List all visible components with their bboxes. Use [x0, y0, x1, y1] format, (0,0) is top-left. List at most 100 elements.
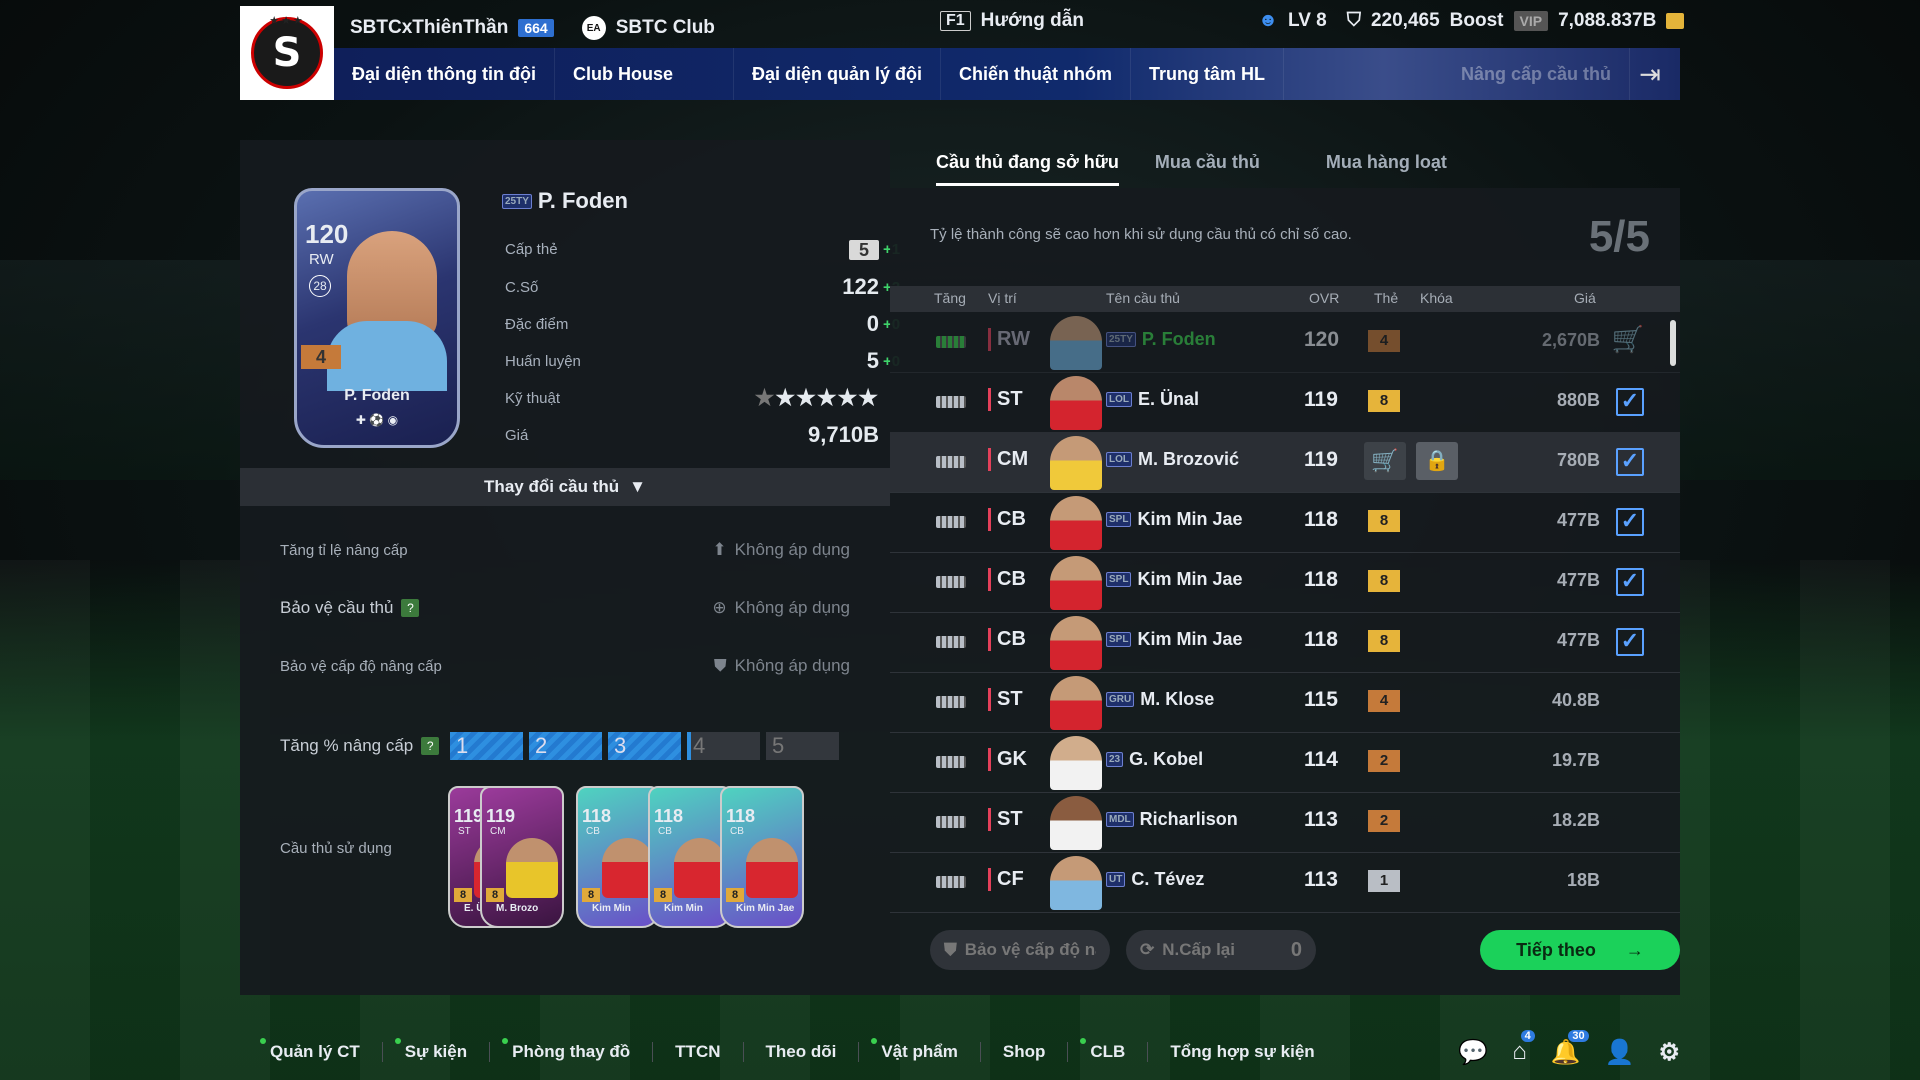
boost-label[interactable]: Boost	[1450, 10, 1504, 32]
scrollbar-thumb[interactable]	[1670, 320, 1676, 366]
used-card-pos: CM	[490, 826, 506, 837]
nav-squad-manage[interactable]: Quản lý CT	[248, 1038, 383, 1062]
nav-club-house[interactable]: Club House	[555, 48, 734, 100]
row-position: RW	[988, 328, 1030, 351]
table-row[interactable]: ST MDL Richarlison 113 2 18.2B	[890, 792, 1680, 853]
row-position: CF	[988, 868, 1024, 891]
used-card-figure	[674, 838, 726, 898]
club-label: SBTC Club	[615, 17, 715, 38]
table-row[interactable]: CF UT C. Tévez 113 1 18B	[890, 852, 1680, 913]
nav-tactics[interactable]: Chiến thuật nhóm	[941, 48, 1131, 100]
buy-cart-icon[interactable]: 🛒	[1364, 442, 1406, 480]
option-protect-level-toggle[interactable]: ⛊ Không áp dụng	[714, 656, 850, 676]
checkbox-checked-icon[interactable]: ✓	[1616, 388, 1644, 416]
table-row[interactable]: CB SPL Kim Min Jae 118 8 477B ✓	[890, 552, 1680, 613]
nav-ttcn[interactable]: TTCN	[653, 1042, 744, 1062]
row-card-level: 2	[1368, 810, 1400, 832]
season-tag: 25TY	[502, 193, 532, 209]
col-lock[interactable]: Khóa	[1420, 290, 1453, 306]
table-row[interactable]: ST LOL E. Ünal 119 8 880B ✓	[890, 372, 1680, 433]
used-card[interactable]: 118 CB 8 Kim Min Jae	[720, 786, 804, 928]
stat-label: Đặc điểm	[505, 315, 569, 333]
table-row[interactable]: ST GRU M. Klose 115 4 40.8B	[890, 672, 1680, 733]
vip-badge[interactable]: VIP	[1513, 11, 1549, 31]
home-icon[interactable]: ⌂ 4	[1512, 1029, 1535, 1067]
used-card-figure	[746, 838, 798, 898]
col-ovr[interactable]: OVR	[1309, 290, 1339, 306]
table-row[interactable]: RW 25TY P. Foden 120 4 2,670B 🛒	[890, 312, 1680, 373]
profile-icon[interactable]: 👤	[1605, 1038, 1635, 1067]
option-protect-toggle[interactable]: ⊕ Không áp dụng	[712, 598, 850, 618]
used-card-level: 8	[486, 888, 504, 902]
exit-icon[interactable]: ⇥	[1630, 54, 1670, 94]
player-card[interactable]: 120 RW 28 4 P. Foden ✚ ⚽ ◉	[294, 188, 460, 448]
table-row[interactable]: CB SPL Kim Min Jae 118 8 477B ✓	[890, 492, 1680, 553]
avatar	[1050, 496, 1102, 550]
protect-level-button[interactable]: ⛊ Bảo vệ cấp độ nâ	[930, 930, 1110, 970]
checkbox-checked-icon[interactable]: ✓	[1616, 568, 1644, 596]
nav-label: TTCN	[675, 1042, 721, 1061]
table-row[interactable]: CM LOL M. Brozović 119 🛒 🔒 780B ✓	[890, 432, 1680, 493]
nav-shop[interactable]: Shop	[981, 1042, 1069, 1062]
new-dot	[1080, 1038, 1087, 1044]
player-name: P. Foden	[537, 188, 628, 213]
nav-locker-room[interactable]: Phòng thay đồ	[490, 1038, 654, 1062]
checkbox-checked-icon[interactable]: ✓	[1616, 508, 1644, 536]
row-card-level: 8	[1368, 390, 1400, 412]
bell-icon[interactable]: 🔔 30	[1551, 1029, 1589, 1067]
col-name[interactable]: Tên cầu thủ	[1106, 290, 1180, 306]
nav-club[interactable]: CLB	[1068, 1038, 1149, 1062]
nav-events[interactable]: Sự kiện	[383, 1038, 491, 1062]
help-icon[interactable]: ?	[421, 737, 440, 755]
stat-label: Giá	[505, 426, 529, 444]
nav-upgrade-player[interactable]: Nâng cấp cầu thủ	[1443, 48, 1630, 100]
player-detail-panel: 120 RW 28 4 P. Foden ✚ ⚽ ◉ 25TY P. Foden…	[240, 140, 900, 995]
help-icon[interactable]: ?	[401, 599, 420, 617]
tab-owned-players[interactable]: Cầu thủ đang sở hữu	[936, 142, 1119, 186]
avatar	[1050, 676, 1102, 730]
used-card-pos: CB	[658, 826, 672, 837]
col-position[interactable]: Vị trí	[988, 290, 1017, 306]
next-button[interactable]: Tiếp theo →	[1480, 930, 1680, 970]
used-card-ovr: 118	[654, 806, 684, 826]
club-info: SBTCxThiênThần 664 EA SBTC Club	[350, 10, 715, 46]
table-row[interactable]: GK 23 G. Kobel 114 2 19.7B	[890, 732, 1680, 793]
used-card-ovr: 119	[454, 806, 484, 826]
reset-level-button[interactable]: ⟳ N.Cấp lại 0	[1126, 930, 1316, 970]
action-bar: ⛊ Bảo vệ cấp độ nâ ⟳ N.Cấp lại 0 Tiếp th…	[930, 930, 1680, 976]
nav-team-info[interactable]: Đại diện thông tin đội	[334, 48, 555, 100]
tab-bulk-buy[interactable]: Mua hàng loạt	[1326, 142, 1447, 186]
row-position: ST	[988, 388, 1023, 411]
buy-cart-icon[interactable]: 🛒	[1612, 324, 1644, 355]
nav-training-center[interactable]: Trung tâm HL	[1131, 48, 1284, 100]
col-price[interactable]: Giá	[1574, 290, 1596, 306]
nav-event-summary[interactable]: Tổng hợp sự kiện	[1148, 1042, 1336, 1062]
chat-icon[interactable]: 💬	[1458, 1038, 1488, 1067]
avatar	[1050, 436, 1102, 490]
club-logo[interactable]: ★★★ S	[240, 6, 334, 100]
tab-buy-player[interactable]: Mua cầu thủ	[1155, 142, 1260, 186]
row-position: CB	[988, 508, 1026, 531]
boost-bar	[936, 396, 966, 408]
used-card-name: M. Brozo	[496, 903, 539, 914]
table-row[interactable]: CB SPL Kim Min Jae 118 8 477B ✓	[890, 612, 1680, 673]
checkbox-checked-icon[interactable]: ✓	[1616, 448, 1644, 476]
change-player-button[interactable]: Thay đổi cầu thủ ▼	[240, 468, 890, 506]
gear-icon[interactable]: ⚙	[1658, 1038, 1680, 1067]
checkbox-checked-icon[interactable]: ✓	[1616, 628, 1644, 656]
nav-follow[interactable]: Theo dõi	[744, 1042, 860, 1062]
nav-team-manager[interactable]: Đại diện quản lý đội	[734, 48, 942, 100]
col-card[interactable]: Thẻ	[1374, 290, 1398, 306]
used-card-level: 8	[654, 888, 672, 902]
stat-label: C.Số	[505, 278, 539, 296]
guide-button[interactable]: F1 Hướng dẫn	[940, 10, 1084, 32]
lock-icon[interactable]: 🔒	[1416, 442, 1458, 480]
row-ovr: 119	[1304, 388, 1338, 411]
option-rate-toggle[interactable]: ⬆ Không áp dụng	[712, 540, 850, 560]
col-boost[interactable]: Tăng	[934, 290, 966, 306]
row-ovr: 118	[1304, 508, 1338, 531]
used-card[interactable]: 119 CM 8 M. Brozo	[480, 786, 564, 928]
row-position: ST	[988, 688, 1023, 711]
avatar	[1050, 316, 1102, 370]
nav-items[interactable]: Vật phẩm	[859, 1038, 981, 1062]
